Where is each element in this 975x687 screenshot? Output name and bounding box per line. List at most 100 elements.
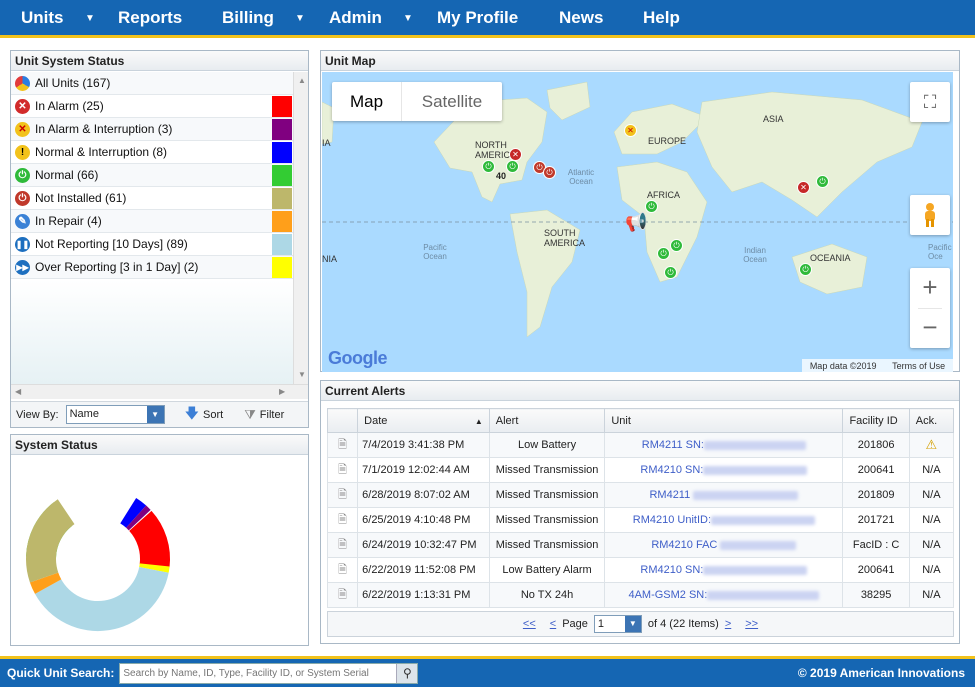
document-icon[interactable]: 🗎 (326, 457, 359, 483)
nav-admin-caret-icon[interactable]: ▼ (403, 13, 413, 24)
table-row[interactable]: 🗎 6/25/2019 4:10:48 PM Missed Transmissi… (326, 507, 955, 533)
status-row-normal-interruption[interactable]: ! Normal & Interruption (8) (11, 141, 293, 164)
document-icon[interactable]: 🗎 (326, 532, 359, 558)
redacted-serial (703, 465, 808, 475)
nav-billing-caret-icon[interactable]: ▼ (295, 13, 305, 24)
zoom-out-icon[interactable]: − (910, 308, 950, 348)
nav-billing[interactable]: Billing (222, 0, 274, 35)
sort-button[interactable]: Sort (203, 409, 223, 421)
table-row[interactable]: 🗎 6/28/2019 8:07:02 AM Missed Transmissi… (326, 482, 955, 508)
sort-arrow-icon[interactable]: 🡇 (185, 403, 199, 427)
nav-help[interactable]: Help (643, 0, 680, 35)
nav-units-caret-icon[interactable]: ▼ (85, 13, 95, 24)
nav-units[interactable]: Units (21, 0, 64, 35)
nav-news[interactable]: News (559, 0, 603, 35)
header-date[interactable]: Date ▲ (357, 408, 490, 433)
status-row-all-units[interactable]: All Units (167) (11, 72, 293, 95)
status-label: Over Reporting [3 in 1 Day] (2) (35, 260, 199, 274)
scroll-up-icon[interactable]: ▲ (298, 76, 306, 85)
status-row-normal[interactable]: ⏻ Normal (66) (11, 164, 293, 187)
search-icon[interactable]: ⚲ (396, 663, 418, 683)
table-row[interactable]: 🗎 6/22/2019 1:13:31 PM No TX 24h 4AM-GSM… (326, 582, 955, 608)
normal-marker-icon[interactable]: ⏻ (657, 247, 670, 260)
street-view-pegman-icon[interactable] (910, 195, 950, 235)
nav-admin[interactable]: Admin (329, 0, 382, 35)
unit-link[interactable]: RM4210 SN: (640, 564, 703, 576)
normal-marker-icon[interactable]: ⏻ (664, 266, 677, 279)
world-map[interactable]: ASIA EUROPE NORTH AMERICA AFRICA SOUTH A… (322, 72, 953, 372)
vertical-scrollbar[interactable]: ▲ ▼ (293, 72, 308, 384)
header-alert[interactable]: Alert (488, 408, 606, 433)
status-row-not-reporting[interactable]: ❚❚ Not Reporting [10 Days] (89) (11, 233, 293, 256)
alert-unit[interactable]: RM4210 UnitID: (604, 507, 844, 533)
table-row[interactable]: 🗎 7/4/2019 3:41:38 PM Low Battery RM4211… (326, 432, 955, 458)
alert-unit[interactable]: 4AM-GSM2 SN: (604, 582, 844, 608)
document-icon[interactable]: 🗎 (326, 557, 359, 583)
alarm-marker-icon[interactable]: ✕ (797, 181, 810, 194)
table-row[interactable]: 🗎 7/1/2019 12:02:44 AM Missed Transmissi… (326, 457, 955, 483)
table-row[interactable]: 🗎 6/22/2019 11:52:08 PM Low Battery Alar… (326, 557, 955, 583)
sort-asc-icon[interactable]: ▲ (475, 417, 483, 426)
fullscreen-icon[interactable]: ⛶ (910, 82, 950, 122)
pager-next-button[interactable]: > (725, 618, 731, 630)
document-icon[interactable]: 🗎 (326, 507, 359, 533)
quick-search-input[interactable] (120, 663, 397, 683)
document-icon[interactable]: 🗎 (326, 432, 359, 458)
nav-my-profile[interactable]: My Profile (437, 0, 518, 35)
table-row[interactable]: 🗎 6/24/2019 10:32:47 PM Missed Transmiss… (326, 532, 955, 558)
scroll-down-icon[interactable]: ▼ (298, 370, 306, 379)
normal-marker-icon[interactable]: ⏻ (482, 160, 495, 173)
unit-link[interactable]: RM4210 UnitID: (633, 514, 711, 526)
normal-marker-icon[interactable]: ⏻ (799, 263, 812, 276)
cluster-count[interactable]: 40 (496, 171, 506, 181)
pager-page-select[interactable]: 1 ▼ (593, 615, 642, 633)
dropdown-arrow-icon[interactable]: ▼ (624, 616, 641, 632)
scroll-right-icon[interactable]: ▶ (279, 387, 285, 396)
normal-marker-icon[interactable]: ⏻ (506, 160, 519, 173)
status-row-in-repair[interactable]: ✎ In Repair (4) (11, 210, 293, 233)
satellite-tab[interactable]: Satellite (402, 82, 502, 121)
header-unit[interactable]: Unit (604, 408, 844, 433)
document-icon[interactable]: 🗎 (326, 482, 359, 508)
alert-unit[interactable]: RM4210 SN: (604, 557, 844, 583)
horizontal-scrollbar[interactable]: ◀ ▶ (11, 384, 308, 399)
scroll-left-icon[interactable]: ◀ (15, 387, 21, 396)
pager-last-button[interactable]: >> (745, 618, 758, 630)
status-color-swatch (272, 96, 292, 117)
terms-of-use-link[interactable]: Terms of Use (892, 361, 945, 371)
not-installed-marker-icon[interactable]: ⏻ (543, 166, 556, 179)
status-row-alarm-interruption[interactable]: ✕ In Alarm & Interruption (3) (11, 118, 293, 141)
normal-marker-icon[interactable]: ⏻ (816, 175, 829, 188)
alert-unit[interactable]: RM4211 (604, 482, 844, 508)
unit-link[interactable]: RM4210 FAC (651, 539, 717, 551)
dropdown-arrow-icon[interactable]: ▼ (146, 406, 164, 423)
alarm-interruption-marker-icon[interactable]: ✕ (624, 124, 637, 137)
unit-link[interactable]: RM4211 (649, 489, 690, 501)
normal-marker-icon[interactable]: ⏻ (670, 239, 683, 252)
pager-first-button[interactable]: << (523, 618, 536, 630)
filter-icon[interactable]: ⧩ (244, 407, 256, 423)
header-facility-id[interactable]: Facility ID (842, 408, 910, 433)
google-logo[interactable]: Google (328, 348, 388, 369)
map-tab[interactable]: Map (332, 82, 402, 121)
redacted-serial (703, 440, 806, 450)
document-icon[interactable]: 🗎 (326, 582, 359, 608)
megaphone-marker-icon[interactable]: 📢 (625, 212, 647, 233)
filter-button[interactable]: Filter (260, 409, 284, 421)
unit-link[interactable]: 4AM-GSM2 SN: (628, 589, 707, 601)
alert-unit[interactable]: RM4211 SN: (604, 432, 844, 458)
status-row-over-reporting[interactable]: ▶▶ Over Reporting [3 in 1 Day] (2) (11, 256, 293, 279)
alert-unit[interactable]: RM4210 FAC (604, 532, 844, 558)
pager-prev-button[interactable]: < (550, 618, 556, 630)
header-ack[interactable]: Ack. (908, 408, 955, 433)
alert-unit[interactable]: RM4210 SN: (604, 457, 844, 483)
map-type-control: Map Satellite (332, 82, 502, 121)
status-row-not-installed[interactable]: ⏻ Not Installed (61) (11, 187, 293, 210)
unit-link[interactable]: RM4211 SN: (642, 439, 704, 451)
warning-icon[interactable]: ⚠ (908, 432, 955, 458)
status-row-in-alarm[interactable]: ✕ In Alarm (25) (11, 95, 293, 118)
unit-link[interactable]: RM4210 SN: (640, 464, 703, 476)
view-by-select[interactable]: Name ▼ (65, 405, 165, 424)
nav-reports[interactable]: Reports (118, 0, 182, 35)
zoom-in-icon[interactable]: + (910, 268, 950, 308)
